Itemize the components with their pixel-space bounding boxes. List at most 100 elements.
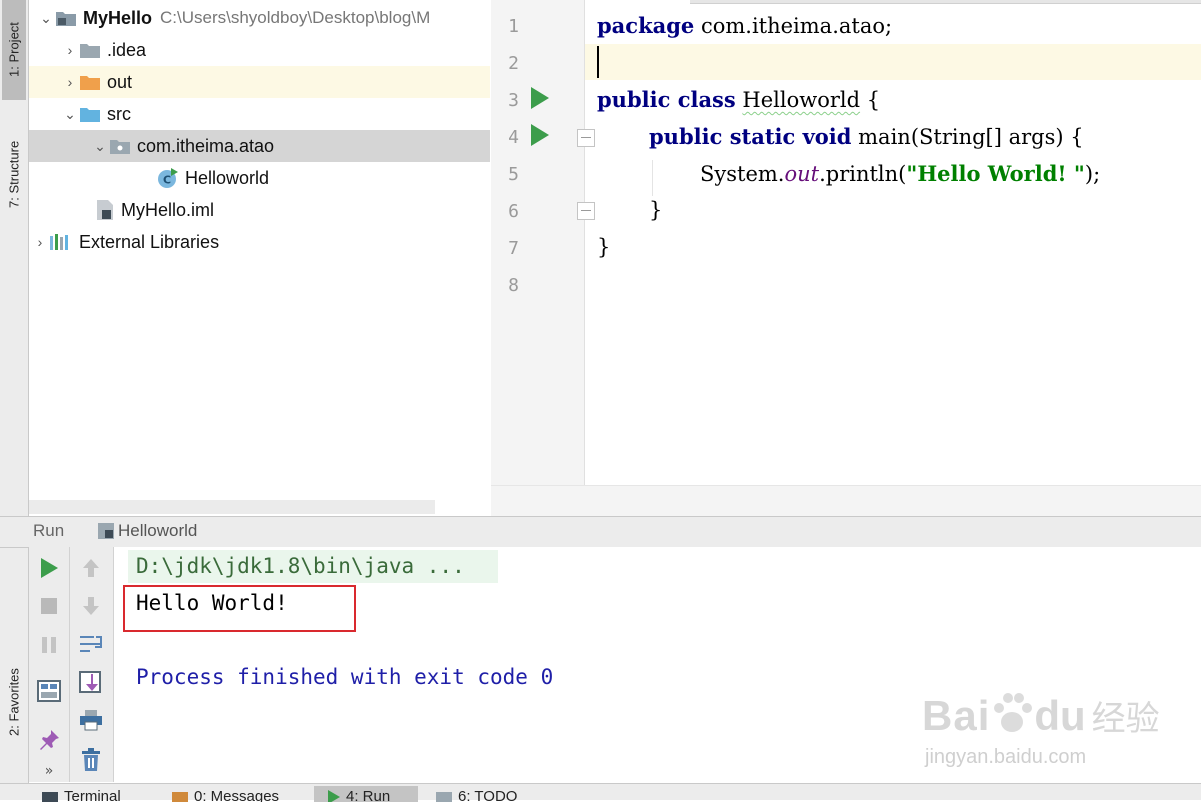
code-line-4: public static void main(String[] args) { — [649, 124, 1084, 149]
project-horizontal-scrollbar[interactable] — [29, 500, 435, 514]
favorites-tool-tab[interactable]: 2: Favorites — [2, 640, 26, 765]
paw-icon — [994, 693, 1033, 732]
tree-item-root[interactable]: ⌄ MyHello C:\Users\shyoldboy\Desktop\blo… — [29, 2, 490, 34]
bottom-tab-label: Terminal — [64, 788, 121, 802]
watermark-url: jingyan.baidu.com — [925, 746, 1087, 768]
scroll-to-end-button[interactable] — [78, 669, 104, 695]
bottom-tab-label: 4: Run — [346, 788, 391, 802]
scroll-up-button[interactable] — [78, 555, 104, 581]
tree-item-label: Helloworld — [185, 167, 270, 188]
chevron-down-icon[interactable]: ⌄ — [61, 106, 79, 123]
play-icon — [41, 558, 58, 578]
fold-marker-icon[interactable] — [577, 129, 595, 147]
soft-wrap-button[interactable] — [78, 632, 104, 658]
terminal-tab[interactable]: Terminal — [42, 786, 121, 802]
fold-marker-icon[interactable] — [577, 202, 595, 220]
run-config-icon — [98, 523, 114, 539]
tree-item-src[interactable]: ⌄ src — [29, 98, 490, 130]
code-text: ); — [1084, 162, 1101, 186]
todo-tab[interactable]: 6: TODO — [436, 786, 517, 802]
line-number: 1 — [508, 16, 519, 37]
run-icon — [328, 790, 340, 802]
layout-icon — [37, 680, 61, 702]
run-tab[interactable]: 4: Run — [314, 786, 418, 802]
watermark-cn: 经验 — [1091, 699, 1160, 739]
code-text: System. — [700, 162, 785, 186]
module-folder-icon — [56, 12, 76, 26]
run-main-gutter-icon[interactable] — [531, 124, 549, 146]
line-number: 7 — [508, 238, 519, 259]
line-number: 8 — [508, 275, 519, 296]
structure-tool-tab[interactable]: 7: Structure — [2, 112, 26, 237]
line-number: 6 — [508, 201, 519, 222]
terminal-icon — [42, 792, 58, 802]
tree-item-idea[interactable]: › .idea — [29, 34, 490, 66]
chevron-down-icon[interactable]: ⌄ — [91, 138, 109, 155]
clear-all-button[interactable] — [78, 747, 104, 773]
line-number: 3 — [508, 90, 519, 111]
code-keyword: package — [597, 13, 695, 38]
print-button[interactable] — [78, 707, 104, 733]
editor-tab-strip — [690, 0, 1201, 4]
arrow-down-icon — [83, 597, 99, 615]
line-number: 5 — [508, 164, 519, 185]
code-line-7: } — [597, 235, 611, 259]
soft-wrap-icon — [80, 636, 102, 652]
run-class-gutter-icon[interactable] — [531, 87, 549, 109]
chevron-down-icon[interactable]: ⌄ — [37, 10, 55, 27]
console-exit-message: Process finished with exit code 0 — [136, 665, 554, 689]
layout-button[interactable] — [36, 678, 62, 704]
tree-item-class[interactable]: C Helloworld — [29, 162, 490, 194]
left-tool-strip: 1: Project 7: Structure 2: Favorites — [0, 0, 29, 785]
java-class-icon: C — [158, 168, 178, 188]
chevron-right-icon[interactable]: › — [31, 234, 49, 250]
pin-button[interactable] — [36, 727, 62, 753]
baidu-watermark: Bai du 经验 — [922, 690, 1160, 740]
code-line-6: } — [649, 198, 663, 222]
run-config-tab[interactable]: Helloworld — [96, 521, 197, 541]
package-icon — [110, 140, 130, 154]
tree-item-external-libraries[interactable]: › External Libraries — [29, 226, 490, 258]
stop-icon — [41, 598, 57, 614]
root-module-name: MyHello — [83, 7, 153, 28]
tree-item-out[interactable]: › out — [29, 66, 490, 98]
excluded-folder-icon — [80, 76, 100, 90]
project-tree-panel: ⌄ MyHello C:\Users\shyoldboy\Desktop\blo… — [29, 0, 490, 515]
root-module-path: C:\Users\shyoldboy\Desktop\blog\M — [160, 8, 431, 27]
code-text: .println( — [819, 162, 907, 186]
code-text: { — [860, 88, 881, 112]
tree-item-label: out — [107, 71, 133, 92]
code-field: out — [784, 162, 820, 186]
tree-item-package[interactable]: ⌄ com.itheima.atao — [29, 130, 490, 162]
watermark-brand-suffix: du — [1034, 692, 1086, 739]
more-tools-button[interactable]: » — [36, 758, 62, 784]
trash-icon — [82, 748, 100, 771]
tree-item-label: External Libraries — [79, 231, 220, 252]
pause-button[interactable] — [36, 632, 62, 658]
run-toolbar-primary: » — [29, 547, 70, 782]
code-text: main(String[] args) { — [851, 125, 1084, 149]
rerun-button[interactable] — [36, 555, 62, 581]
chevron-right-icon[interactable]: › — [61, 74, 79, 90]
text-caret — [597, 46, 599, 78]
watermark-brand: Bai — [922, 692, 991, 739]
code-line-1: package com.itheima.atao; — [597, 13, 892, 38]
messages-tab[interactable]: 0: Messages — [172, 786, 279, 802]
run-toolbar-secondary — [70, 547, 114, 782]
arrow-up-icon — [83, 559, 99, 577]
scroll-down-button[interactable] — [78, 593, 104, 619]
run-config-name: Helloworld — [118, 521, 198, 540]
project-tool-tab[interactable]: 1: Project — [2, 0, 26, 100]
code-text: com.itheima.atao; — [694, 14, 893, 38]
print-icon — [80, 710, 102, 731]
line-number: 2 — [508, 53, 519, 74]
source-folder-icon — [80, 108, 100, 122]
console-command: D:\jdk\jdk1.8\bin\java ... — [136, 554, 465, 578]
tree-item-iml[interactable]: MyHello.iml — [29, 194, 490, 226]
code-line-3: public class Helloworld { — [597, 87, 880, 112]
stop-button[interactable] — [36, 593, 62, 619]
chevron-right-icon[interactable]: › — [61, 42, 79, 58]
messages-icon — [172, 792, 188, 802]
current-line-highlight — [585, 44, 1201, 80]
editor-horizontal-scrollbar[interactable] — [491, 485, 1201, 516]
